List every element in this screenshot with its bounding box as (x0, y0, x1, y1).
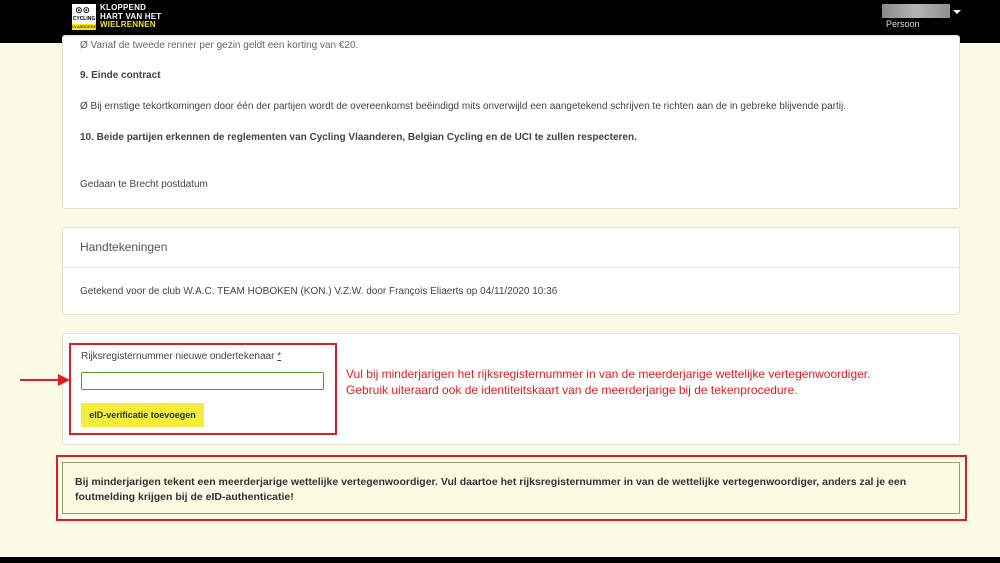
logo-mark-top: CYCLING (72, 16, 96, 22)
contract-panel: Ø Vanaf de tweede renner per gezin geldt… (62, 35, 960, 209)
cycling-vlaanderen-logo[interactable]: ⊙⊙ CYCLING VLAANDEREN KLOPPEND HART VAN … (72, 3, 161, 30)
annotation-line-2: Gebruik uiteraard ook de identiteitskaar… (346, 383, 798, 397)
bottom-bar (0, 557, 1000, 563)
rrn-label: Rijksregisternummer nieuwe ondertekenaar… (81, 351, 281, 362)
signatures-title: Handtekeningen (80, 240, 168, 254)
signatures-header: Handtekeningen (63, 228, 959, 268)
logo-text: KLOPPEND HART VAN HET WIELRENNEN (100, 3, 161, 30)
warning-message: Bij minderjarigen tekent een meerderjari… (62, 462, 960, 514)
arrow-right-icon (20, 374, 70, 386)
place-date: Gedaan te Brecht postdatum (80, 179, 208, 190)
annotation-line-1: Vul bij minderjarigen het rijksregistern… (346, 367, 871, 381)
logo-line-3: WIELRENNEN (100, 20, 156, 29)
warning-text: Bij minderjarigen tekent een meerderjari… (75, 476, 907, 503)
add-eid-verification-button[interactable]: eID-verificatie toevoegen (81, 403, 204, 427)
bicycle-icon: ⊙⊙ (75, 6, 91, 16)
user-name-redacted[interactable] (882, 4, 950, 18)
logo-mark: ⊙⊙ CYCLING VLAANDEREN (72, 4, 100, 30)
signatures-panel: Handtekeningen Getekend voor de club W.A… (62, 227, 960, 315)
rrn-label-text: Rijksregisternummer nieuwe ondertekenaar (81, 351, 275, 362)
chevron-down-icon[interactable] (953, 10, 961, 14)
section-9-text: Ø Bij ernstige tekortkomingen door één d… (80, 101, 847, 112)
user-role: Persoon (886, 19, 920, 29)
section-10-title: 10. Beide partijen erkennen de reglement… (80, 132, 637, 143)
logo-mark-bottom: VLAANDEREN (72, 24, 100, 30)
annotation-text: Vul bij minderjarigen het rijksregistern… (346, 366, 870, 398)
required-mark: * (277, 351, 282, 362)
contract-cutoff-line: Ø Vanaf de tweede renner per gezin geldt… (80, 40, 359, 51)
rrn-input[interactable] (81, 372, 324, 390)
section-9-title: 9. Einde contract (80, 70, 161, 81)
signature-entry: Getekend voor de club W.A.C. TEAM HOBOKE… (80, 286, 558, 297)
